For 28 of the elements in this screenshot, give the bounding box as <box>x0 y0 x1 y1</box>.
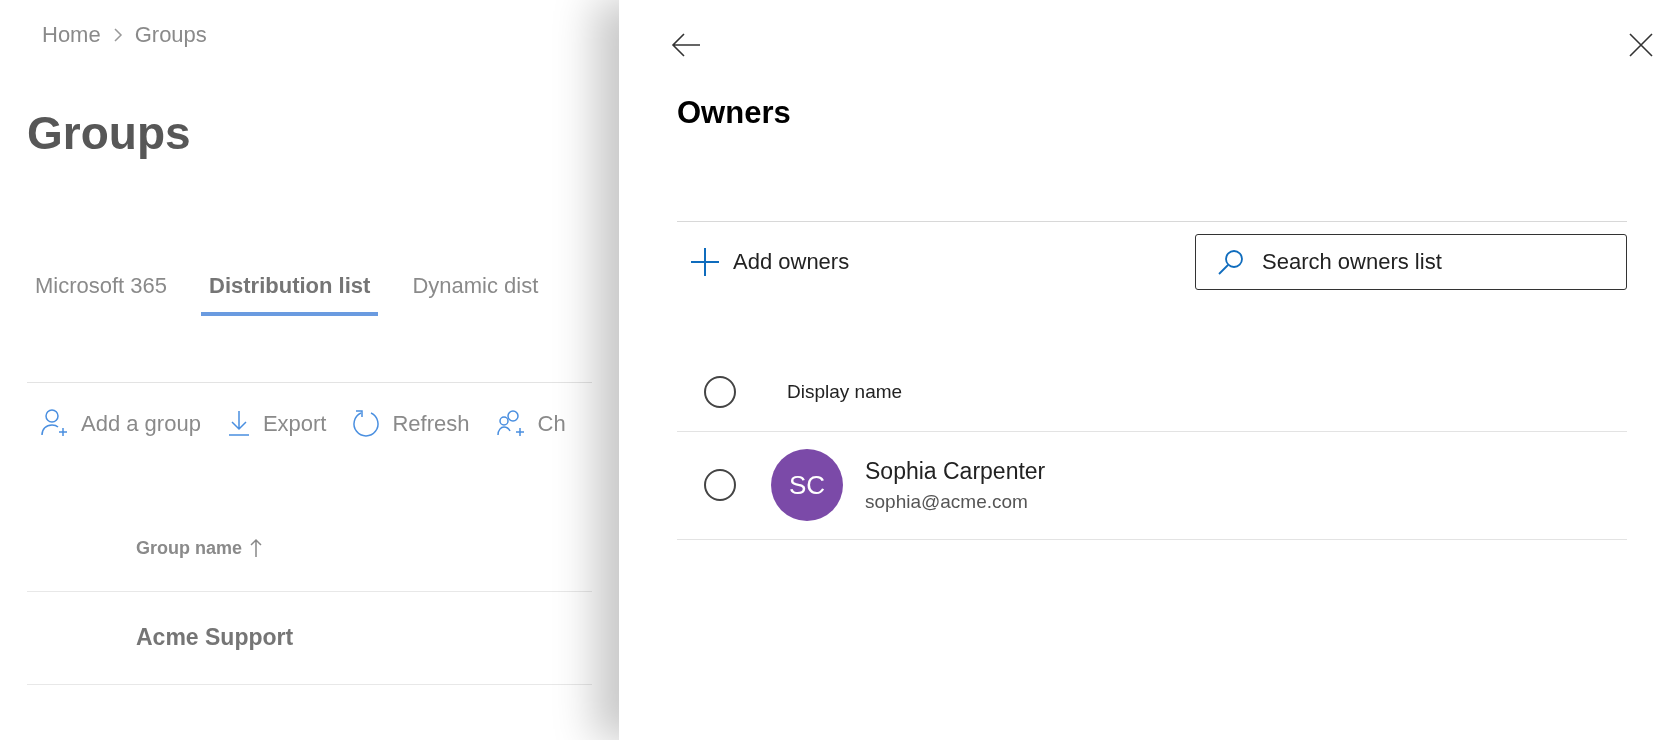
tab[interactable]: Dynamic dist <box>404 268 547 316</box>
search-icon <box>1217 247 1245 276</box>
breadcrumb-link[interactable]: Groups <box>134 18 207 51</box>
toolbar-button[interactable]: Add a group <box>41 406 201 440</box>
select-all-radio[interactable] <box>704 376 736 408</box>
plus-icon <box>691 247 719 276</box>
page-title: Groups <box>27 106 192 161</box>
row-radio[interactable] <box>704 469 736 501</box>
avatar: SC <box>771 449 843 521</box>
search-field[interactable]: Search owners list <box>1195 233 1627 290</box>
refresh-icon <box>352 409 381 437</box>
table-cell-text: Acme Support <box>136 623 294 653</box>
add-owners-button[interactable]: Add owners <box>677 245 850 278</box>
toolbar-button[interactable]: Ch <box>495 406 566 440</box>
toolbar-button[interactable]: Refresh <box>352 406 470 440</box>
owner-name: Sophia Carpenter <box>865 456 1046 486</box>
people-icon <box>495 408 526 438</box>
tab[interactable]: Microsoft 365 <box>27 268 176 316</box>
tab[interactable]: Distribution list <box>201 268 379 316</box>
column-header: Display name <box>787 379 903 404</box>
download-icon <box>226 409 251 437</box>
add-person-icon <box>41 408 69 438</box>
panel-title: Owners <box>677 94 792 132</box>
chevron-right-icon <box>112 26 123 43</box>
breadcrumb-link[interactable]: Home <box>42 18 101 51</box>
column-header[interactable]: Group name <box>136 534 262 562</box>
owner-email: sophia@acme.com <box>865 490 1029 514</box>
toolbar-button[interactable]: Export <box>226 406 327 440</box>
